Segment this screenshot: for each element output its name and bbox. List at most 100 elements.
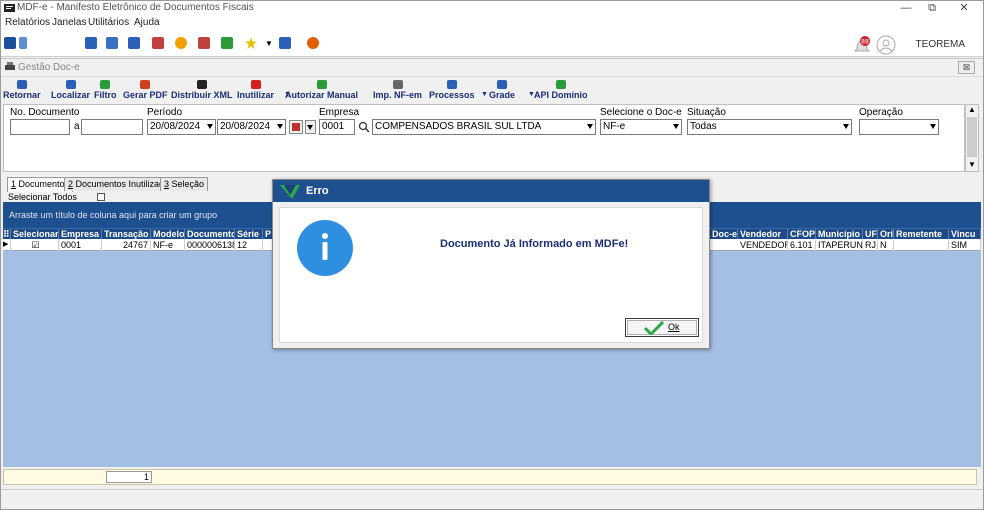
- grid-icon[interactable]: [221, 37, 233, 49]
- table-icon[interactable]: [128, 37, 140, 49]
- menu-ajuda[interactable]: Ajuda: [134, 17, 160, 28]
- action-distribuir-xml-button[interactable]: Distribuir XML: [171, 78, 233, 104]
- action-processos-button[interactable]: Processos: [429, 78, 475, 104]
- dialog-title: Erro: [306, 185, 329, 197]
- pin-icon[interactable]: [19, 37, 27, 49]
- situacao-select[interactable]: Todas: [687, 119, 852, 135]
- search-icon[interactable]: [358, 121, 370, 133]
- empresa-name-select[interactable]: COMPENSADOS BRASIL SUL LTDA: [372, 119, 596, 135]
- situacao-value: Todas: [690, 121, 717, 132]
- tab-selecao[interactable]: 3 Seleção: [160, 177, 209, 191]
- cell-modelo: NF-e: [151, 239, 185, 251]
- action-api-dom-nio-button[interactable]: API Domínio: [534, 78, 588, 104]
- dialog-header: Erro: [273, 180, 709, 202]
- action-toolbar: Retornar Localizar Filtro Gerar PDF Distribu…: [1, 78, 983, 104]
- refresh-icon: [446, 80, 457, 89]
- action-localizar-button[interactable]: Localizar: [51, 78, 90, 104]
- operacao-select[interactable]: [859, 119, 939, 135]
- ok-label: Ok: [668, 322, 680, 332]
- action-label: Filtro: [94, 90, 117, 100]
- no-documento-from-input[interactable]: [10, 119, 70, 135]
- back-arrow-icon: [16, 80, 27, 89]
- inner-close-button[interactable]: ⊠: [958, 61, 975, 74]
- chevron-down-icon: [207, 124, 213, 129]
- power-icon[interactable]: [307, 37, 319, 49]
- calculator-icon[interactable]: [106, 37, 118, 49]
- app-icon: [4, 4, 15, 12]
- grid-footer: 1: [3, 469, 977, 485]
- periodo-label: Período: [147, 107, 183, 118]
- x-icon: [250, 80, 261, 89]
- menu-relatorios[interactable]: Relatórios: [5, 17, 50, 28]
- periodo-to-date[interactable]: 20/08/2024: [217, 119, 286, 135]
- info-icon: [297, 220, 353, 276]
- record-count: 1: [106, 471, 152, 483]
- api-icon: [555, 80, 566, 89]
- cell-vendedor: VENDEDOR: [740, 239, 788, 251]
- calendar-picker-button[interactable]: [289, 120, 303, 134]
- action-label: Distribuir XML: [171, 90, 233, 100]
- report-icon[interactable]: [152, 37, 164, 49]
- inner-window-header: Gestão Doc-e ⊠: [1, 59, 983, 77]
- chart-icon[interactable]: [198, 37, 210, 49]
- dialog-message: Documento Já Informado em MDFe!: [440, 238, 629, 250]
- folder-icon[interactable]: [4, 37, 16, 49]
- check-icon: [316, 80, 327, 89]
- chevron-down-icon: [843, 124, 849, 129]
- star-icon[interactable]: [245, 37, 257, 49]
- action-filtro-button[interactable]: Filtro: [94, 78, 117, 104]
- empresa-code-input[interactable]: 0001: [319, 119, 355, 135]
- action-imp-nf-em-button[interactable]: Imp. NF-em: [373, 78, 422, 104]
- dropdown-arrow-icon[interactable]: ▼: [481, 91, 488, 98]
- scroll-up-icon[interactable]: ▲: [968, 105, 976, 114]
- action-label: Inutilizar: [237, 90, 275, 100]
- row-select-checkbox[interactable]: ☑: [11, 239, 59, 251]
- select-all-checkbox[interactable]: [97, 193, 105, 201]
- error-dialog: Erro Documento Já Informado em MDFe! Ok: [272, 179, 710, 349]
- action-gerar-pdf-button[interactable]: Gerar PDF: [123, 78, 168, 104]
- dropdown-arrow-icon[interactable]: ▼: [265, 39, 273, 48]
- user-name: TEOREMA: [915, 39, 965, 50]
- filter-scrollbar[interactable]: ▲ ▼: [965, 104, 979, 172]
- save-icon: [196, 80, 207, 89]
- action-label: Grade: [489, 90, 516, 100]
- cell-ori: N: [878, 239, 894, 251]
- row-pointer-icon: ▶: [3, 239, 11, 251]
- period-dropdown-button[interactable]: [305, 120, 316, 134]
- maximize-button[interactable]: ⧉: [917, 1, 947, 16]
- action-inutilizar-button[interactable]: Inutilizar: [237, 78, 274, 104]
- scroll-down-icon[interactable]: ▼: [968, 160, 976, 169]
- checkmark-icon: [644, 321, 664, 335]
- main-toolbar: ▼ 88 TEOREMA: [1, 31, 983, 57]
- periodo-from-date[interactable]: 20/08/2024: [147, 119, 216, 135]
- action-label: Gerar PDF: [123, 90, 168, 100]
- chevron-down-icon: [587, 124, 593, 129]
- inner-window-title: Gestão Doc-e: [18, 62, 80, 73]
- menu-bar: Relatórios Janelas Utilitários Ajuda: [1, 16, 983, 31]
- clock-icon[interactable]: [175, 37, 187, 49]
- menu-utilitarios[interactable]: Utilitários: [88, 17, 129, 28]
- ok-button[interactable]: Ok: [625, 318, 699, 337]
- action-autorizar-manual-button[interactable]: Autorizar Manual: [285, 78, 358, 104]
- bell-icon[interactable]: 88: [853, 35, 871, 55]
- menu-janelas[interactable]: Janelas: [52, 17, 86, 28]
- cell-vinculo: SIM: [949, 239, 981, 251]
- calendar-icon: [292, 123, 300, 131]
- user-avatar-icon[interactable]: [876, 35, 896, 55]
- teorema-logo-icon: [280, 185, 300, 199]
- funnel-icon: [100, 80, 111, 89]
- cell-documento: 0000006138: [187, 239, 235, 251]
- no-documento-to-input[interactable]: [81, 119, 143, 135]
- cell-serie: 12: [235, 239, 263, 251]
- doc-e-select[interactable]: NF-e: [600, 119, 682, 135]
- action-grade-button[interactable]: Grade: [489, 78, 515, 104]
- scroll-thumb[interactable]: [967, 117, 977, 157]
- action-label: Autorizar Manual: [285, 90, 359, 100]
- close-button[interactable]: ✕: [949, 1, 979, 16]
- calendar-icon[interactable]: [85, 37, 97, 49]
- magnifier-icon: [65, 80, 76, 89]
- svg-text:88: 88: [861, 39, 869, 46]
- action-retornar-button[interactable]: Retornar: [3, 78, 41, 104]
- empresa-label: Empresa: [319, 107, 360, 118]
- window-icon[interactable]: [279, 37, 291, 49]
